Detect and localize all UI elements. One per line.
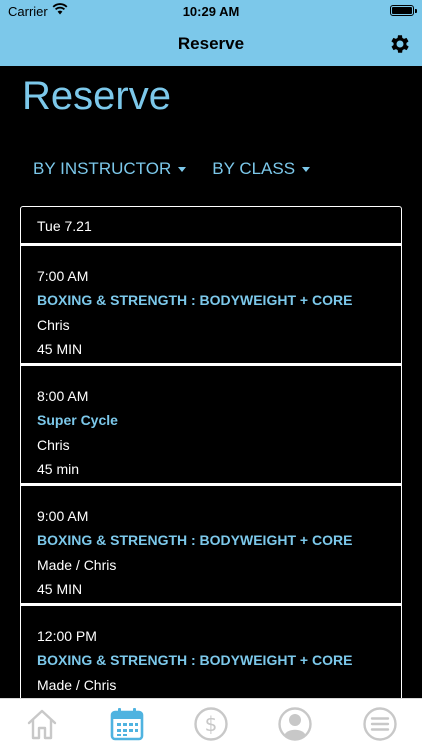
- svg-text:$: $: [205, 712, 218, 736]
- top-bar: Carrier 10:29 AM Reserve: [0, 0, 422, 66]
- home-icon: [28, 709, 57, 740]
- day-header: Tue 7.21: [20, 206, 402, 244]
- battery-icon: [390, 5, 417, 16]
- caret-down-icon: [302, 166, 311, 172]
- class-instructor: Chris: [37, 436, 70, 453]
- page-heading: Reserve: [22, 74, 171, 118]
- class-name: Super Cycle: [37, 412, 118, 429]
- class-time: 8:00 AM: [37, 388, 89, 404]
- class-instructor: Made / Chris: [37, 676, 117, 693]
- dollar-icon: $: [194, 707, 228, 741]
- class-duration: 45 MIN: [37, 580, 83, 597]
- class-duration: 45 min: [37, 460, 80, 477]
- class-instructor: Made / Chris: [37, 556, 117, 573]
- schedule-list[interactable]: Tue 7.21 7:00 AM BOXING & STRENGTH : BOD…: [20, 206, 402, 700]
- status-time: 10:29 AM: [182, 4, 240, 19]
- nav-title: Reserve: [177, 34, 245, 53]
- calendar-icon: [110, 708, 143, 741]
- class-time: 7:00 AM: [37, 268, 89, 284]
- class-time: 12:00 PM: [37, 628, 97, 644]
- caret-down-icon: [178, 166, 187, 172]
- class-name: BOXING & STRENGTH : BODYWEIGHT + CORE: [37, 652, 353, 669]
- tab-pricing[interactable]: $: [169, 699, 253, 750]
- class-name: BOXING & STRENGTH : BODYWEIGHT + CORE: [37, 532, 353, 549]
- class-card[interactable]: 9:00 AM BOXING & STRENGTH : BODYWEIGHT +…: [20, 484, 402, 604]
- tab-profile[interactable]: [253, 699, 337, 750]
- filter-by-class[interactable]: BY CLASS: [212, 159, 311, 179]
- filter-bar: BY INSTRUCTOR BY CLASS: [33, 159, 311, 179]
- filter-label: BY INSTRUCTOR: [33, 159, 172, 178]
- class-card[interactable]: 12:00 PM BOXING & STRENGTH : BODYWEIGHT …: [20, 604, 402, 700]
- filter-by-instructor[interactable]: BY INSTRUCTOR: [33, 159, 187, 179]
- class-card[interactable]: 7:00 AM BOXING & STRENGTH : BODYWEIGHT +…: [20, 244, 402, 364]
- tab-bar: $: [0, 698, 422, 750]
- tab-home[interactable]: [0, 699, 84, 750]
- class-name: BOXING & STRENGTH : BODYWEIGHT + CORE: [37, 292, 353, 309]
- class-instructor: Chris: [37, 316, 70, 333]
- profile-icon: [278, 707, 313, 741]
- gear-icon[interactable]: [388, 32, 412, 56]
- tab-menu[interactable]: [338, 699, 422, 750]
- class-time: 9:00 AM: [37, 508, 89, 524]
- tab-schedule[interactable]: [84, 699, 168, 750]
- menu-icon: [363, 707, 397, 741]
- status-bar: Carrier 10:29 AM: [0, 0, 422, 22]
- class-duration: 45 MIN: [37, 340, 83, 357]
- class-card[interactable]: 8:00 AM Super Cycle Chris 45 min: [20, 364, 402, 484]
- filter-label: BY CLASS: [212, 159, 296, 178]
